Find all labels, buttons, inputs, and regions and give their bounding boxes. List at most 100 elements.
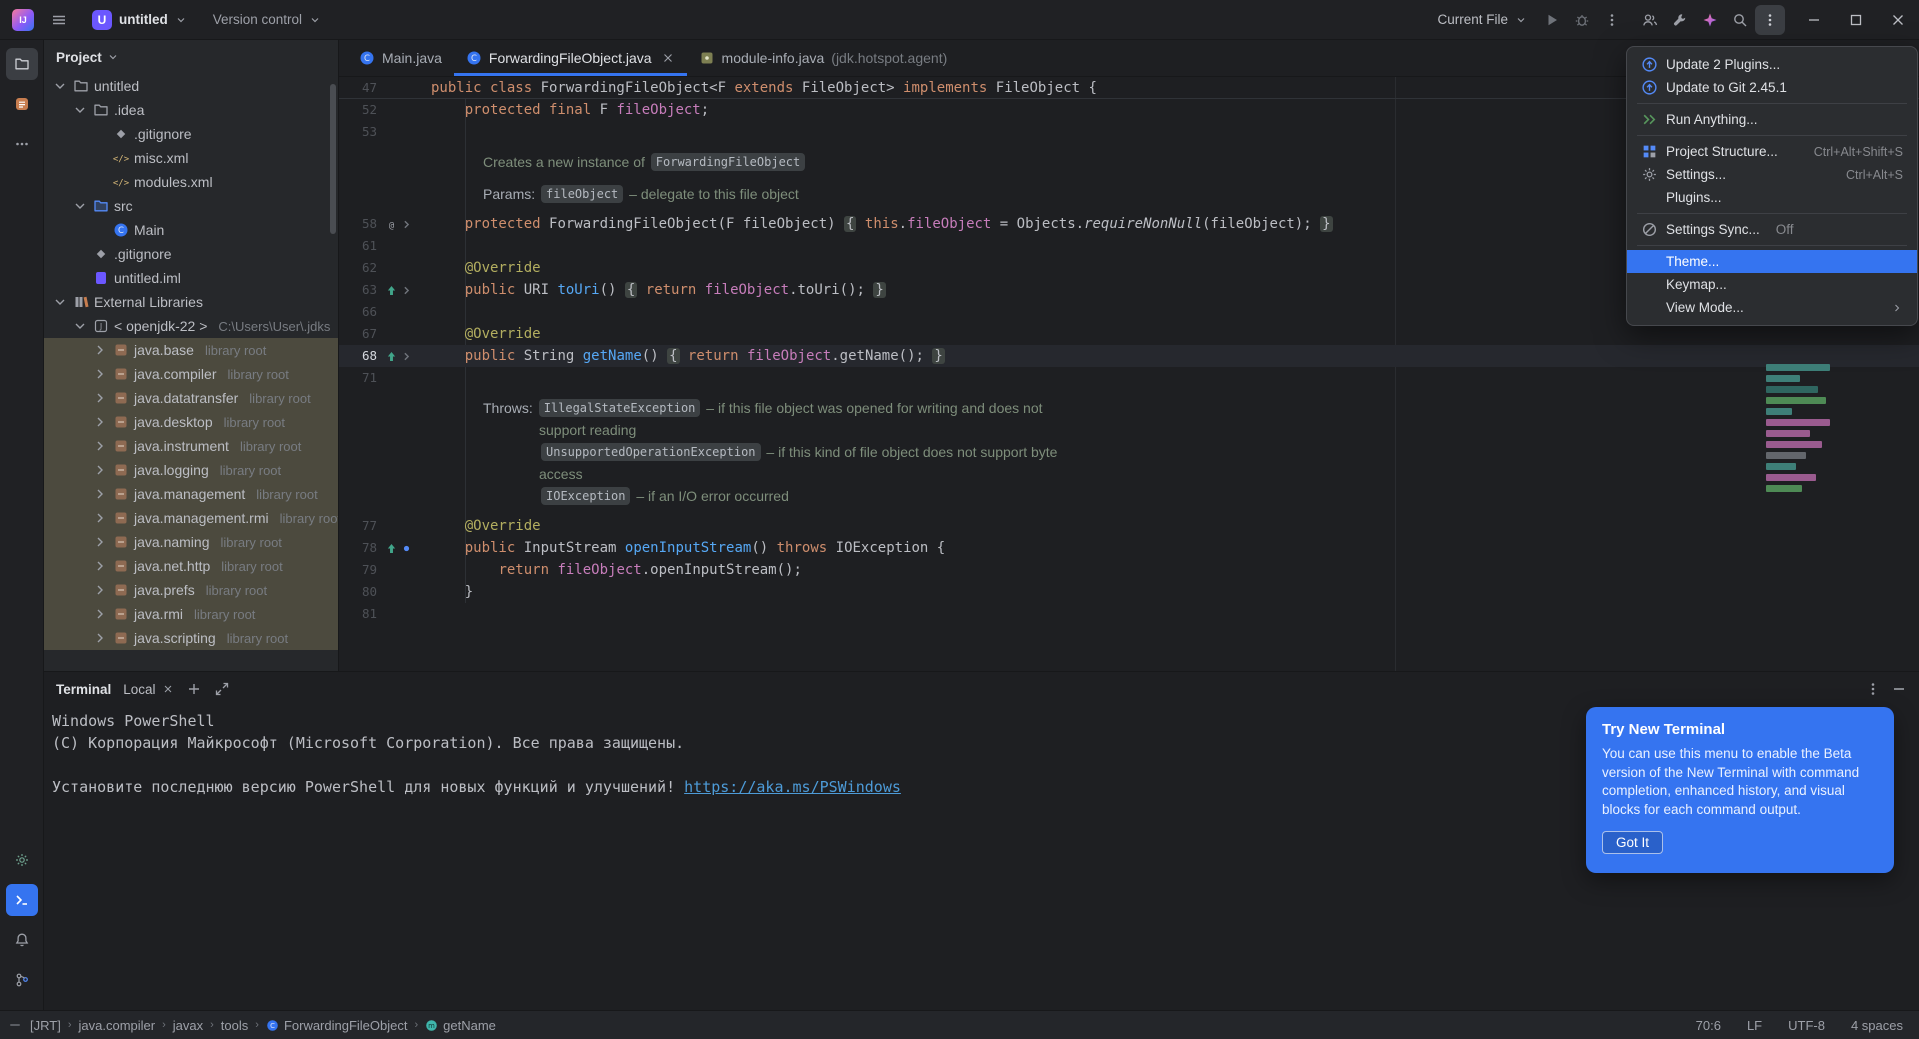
line-separator-widget[interactable]: LF: [1747, 1018, 1762, 1033]
hide-terminal-icon[interactable]: [1891, 681, 1907, 697]
terminal-link[interactable]: https://aka.ms/PSWindows: [684, 778, 901, 796]
implementing-method-gutter-icon[interactable]: [385, 350, 398, 363]
chevron-right-icon[interactable]: [92, 534, 108, 550]
menu-item-update-to-git-2-45-1[interactable]: Update to Git 2.45.1: [1627, 76, 1917, 99]
menu-item-theme[interactable]: Theme...: [1627, 250, 1917, 273]
notifications-tool-button[interactable]: [6, 924, 38, 956]
indent-widget[interactable]: 4 spaces: [1851, 1018, 1903, 1033]
got-it-button[interactable]: Got It: [1602, 831, 1664, 854]
menu-item-plugins[interactable]: Plugins...: [1627, 186, 1917, 209]
chevron-down-icon[interactable]: [72, 318, 88, 334]
chevron-right-icon[interactable]: [92, 510, 108, 526]
close-icon[interactable]: [162, 683, 174, 695]
breadcrumb-tools[interactable]: tools: [221, 1018, 248, 1033]
chevron-down-icon[interactable]: [52, 78, 68, 94]
version-control-tool-button[interactable]: [6, 964, 38, 996]
tree-item-openjdk-22[interactable]: J < openjdk-22 > C:\Users\User\.jdks: [44, 314, 338, 338]
rendered-doc-line[interactable]: Throws: IllegalStateException – if this …: [339, 397, 1919, 419]
rendered-doc-line[interactable]: UnsupportedOperationException – if this …: [339, 441, 1919, 463]
tree-item-.gitignore[interactable]: .gitignore: [44, 122, 338, 146]
tree-item-java.base[interactable]: java.base library root: [44, 338, 338, 362]
terminal-options-kebab-icon[interactable]: [1865, 681, 1881, 697]
rendered-doc-line[interactable]: access: [339, 463, 1919, 485]
code-line-77[interactable]: 77 @Override: [339, 515, 1919, 537]
chevron-right-icon[interactable]: [92, 414, 108, 430]
chevron-down-icon[interactable]: [72, 102, 88, 118]
menu-item-run-anything[interactable]: Run Anything...: [1627, 108, 1917, 131]
more-tool-windows-button[interactable]: [6, 128, 38, 160]
code-with-me-button[interactable]: [1635, 5, 1665, 35]
editor-tab-module-info.java[interactable]: module-info.java (jdk.hotspot.agent): [687, 40, 960, 76]
debug-button[interactable]: [1567, 5, 1597, 35]
chevron-right-icon[interactable]: [92, 390, 108, 406]
menu-item-view-mode[interactable]: View Mode...: [1627, 296, 1917, 319]
code-line-71[interactable]: 71: [339, 367, 1919, 389]
chevron-right-icon[interactable]: [92, 438, 108, 454]
rendered-doc-line[interactable]: support reading: [339, 419, 1919, 441]
tree-item-java.desktop[interactable]: java.desktop library root: [44, 410, 338, 434]
run-more-kebab-button[interactable]: [1597, 5, 1627, 35]
chevron-right-icon[interactable]: [92, 366, 108, 382]
code-line-67[interactable]: 67 @Override: [339, 323, 1919, 345]
tree-item-java.naming[interactable]: java.naming library root: [44, 530, 338, 554]
implementing-method-gutter-icon[interactable]: [385, 542, 398, 555]
new-terminal-tab-button[interactable]: [186, 681, 202, 697]
settings-tool-button[interactable]: [6, 844, 38, 876]
minimize-button[interactable]: [1793, 0, 1835, 40]
chevron-right-icon[interactable]: [92, 462, 108, 478]
project-tool-button[interactable]: [5, 48, 38, 80]
annotation-gutter-icon[interactable]: @: [385, 218, 398, 231]
run-button[interactable]: [1537, 5, 1567, 35]
menu-item-keymap[interactable]: Keymap...: [1627, 273, 1917, 296]
tree-item-java.datatransfer[interactable]: java.datatransfer library root: [44, 386, 338, 410]
breadcrumb-jrt[interactable]: [JRT]: [30, 1018, 61, 1033]
commit-tool-button[interactable]: [6, 88, 38, 120]
tree-item-external-libraries[interactable]: External Libraries: [44, 290, 338, 314]
expand-terminal-icon[interactable]: [214, 681, 230, 697]
breadcrumb-javax[interactable]: javax: [173, 1018, 203, 1033]
run-configuration-widget[interactable]: Current File: [1429, 8, 1535, 31]
ai-assistant-button[interactable]: [1695, 5, 1725, 35]
tree-item-java.logging[interactable]: java.logging library root: [44, 458, 338, 482]
tree-item-java.scripting[interactable]: java.scripting library root: [44, 626, 338, 650]
rendered-doc-line[interactable]: IOException – if an I/O error occurred: [339, 485, 1919, 507]
maximize-button[interactable]: [1835, 0, 1877, 40]
implementing-method-gutter-icon[interactable]: [385, 284, 398, 297]
chevron-right-icon[interactable]: [92, 558, 108, 574]
close-window-button[interactable]: [1877, 0, 1919, 40]
tree-item-untitled[interactable]: untitled: [44, 74, 338, 98]
fold-arrow-icon[interactable]: [400, 284, 413, 297]
tree-item-java.net.http[interactable]: java.net.http library root: [44, 554, 338, 578]
minimap[interactable]: [1766, 364, 1852, 492]
tree-item-modules.xml[interactable]: </> modules.xml: [44, 170, 338, 194]
menu-item-settings[interactable]: Settings... Ctrl+Alt+S: [1627, 163, 1917, 186]
tree-item-misc.xml[interactable]: </> misc.xml: [44, 146, 338, 170]
tree-item-java.rmi[interactable]: java.rmi library root: [44, 602, 338, 626]
chevron-right-icon[interactable]: [92, 582, 108, 598]
editor-tab-main.java[interactable]: C Main.java: [347, 40, 454, 76]
project-widget[interactable]: U untitled: [84, 6, 195, 34]
chevron-down-icon[interactable]: [72, 198, 88, 214]
breadcrumb-java.compiler[interactable]: java.compiler: [79, 1018, 156, 1033]
caret-position-widget[interactable]: 70:6: [1696, 1018, 1721, 1033]
tree-item-.gitignore[interactable]: .gitignore: [44, 242, 338, 266]
tree-item-java.management[interactable]: java.management library root: [44, 482, 338, 506]
vcs-widget[interactable]: Version control: [205, 8, 329, 31]
chevron-right-icon[interactable]: [92, 606, 108, 622]
recursion-gutter-icon[interactable]: [400, 542, 413, 555]
chevron-right-icon[interactable]: [92, 342, 108, 358]
tree-item-java.prefs[interactable]: java.prefs library root: [44, 578, 338, 602]
project-panel-header[interactable]: Project: [44, 40, 338, 74]
encoding-widget[interactable]: UTF-8: [1788, 1018, 1825, 1033]
code-line-79[interactable]: 79 return fileObject.openInputStream();: [339, 559, 1919, 581]
tree-item-java.management.rmi[interactable]: java.management.rmi library root: [44, 506, 338, 530]
tree-item-java.compiler[interactable]: java.compiler library root: [44, 362, 338, 386]
tree-item-java.instrument[interactable]: java.instrument library root: [44, 434, 338, 458]
close-tab-icon[interactable]: [661, 51, 675, 65]
terminal-tool-button[interactable]: [5, 884, 38, 916]
tree-item-.idea[interactable]: .idea: [44, 98, 338, 122]
menu-item-project-structure[interactable]: Project Structure... Ctrl+Alt+Shift+S: [1627, 140, 1917, 163]
code-line-68[interactable]: 68 public String getName() { return file…: [339, 345, 1919, 367]
breadcrumb-getname[interactable]: m getName: [425, 1018, 496, 1033]
breadcrumb-forwardingfileobject[interactable]: C ForwardingFileObject: [266, 1018, 407, 1033]
